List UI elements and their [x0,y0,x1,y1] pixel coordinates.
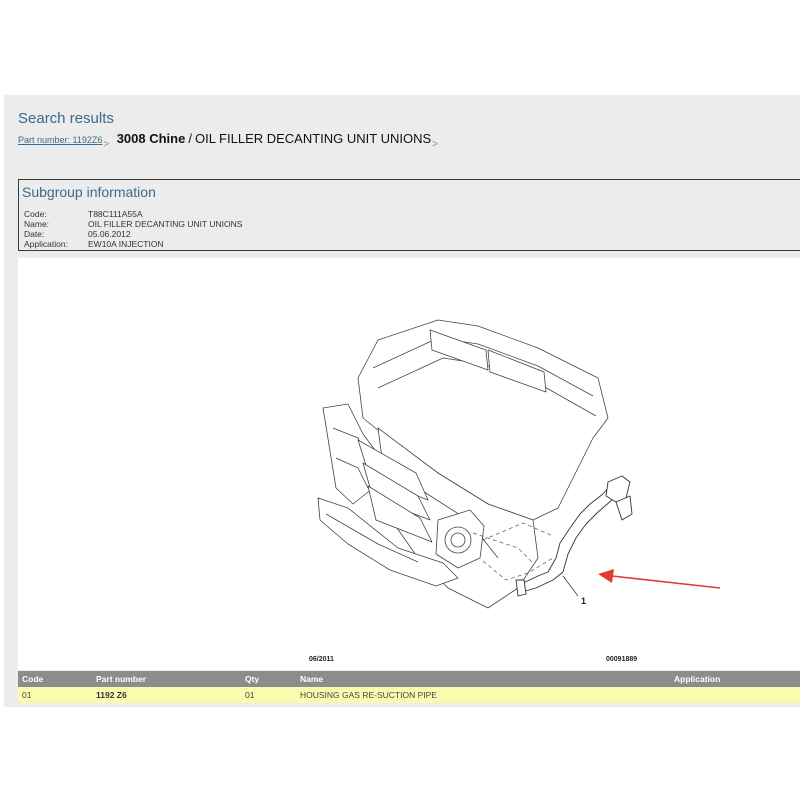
column-header-application: Application [670,671,800,687]
info-row-date: Date: 05.06.2012 [24,229,131,239]
subgroup-info-box: Subgroup information Code: T88C111A55A Na… [18,179,800,251]
column-header-code: Code [18,671,92,687]
part-number-link[interactable]: Part number: 1192Z6 [18,135,102,145]
table-row[interactable]: 01 1192 Z6 01 HOUSING GAS RE-SUCTION PIP… [18,687,800,703]
info-row-name: Name: OIL FILLER DECANTING UNIT UNIONS [24,219,242,229]
cell-name: HOUSING GAS RE-SUCTION PIPE [296,687,670,703]
name-value: OIL FILLER DECANTING UNIT UNIONS [88,219,243,229]
page-title: Search results [18,110,114,127]
cell-application [670,687,800,703]
column-header-qty: Qty [241,671,296,687]
callout-number: 1 [581,596,587,606]
breadcrumb-separator: > [103,139,110,150]
info-row-application: Application: EW10A INJECTION [24,239,164,249]
breadcrumb-group: OIL FILLER DECANTING UNIT UNIONS [194,131,432,146]
breadcrumb-end-separator: > [432,139,439,150]
cell-code: 01 [18,687,92,703]
subgroup-heading: Subgroup information [22,184,156,200]
code-value: T88C111A55A [88,209,143,219]
parts-table: Code Part number Qty Name Application 01… [18,671,800,703]
name-label: Name: [24,219,50,229]
breadcrumb-vehicle: 3008 Chine [116,131,186,146]
breadcrumb: Part number: 1192Z6> 3008 Chine / OIL FILL… [18,130,441,150]
date-label: Date: [24,229,45,239]
code-label: Code: [24,209,47,219]
cell-part-number: 1192 Z6 [92,687,241,703]
application-value: EW10A INJECTION [88,239,164,249]
breadcrumb-slash: / [188,131,192,146]
cell-qty: 01 [241,687,296,703]
engine-illustration [317,319,721,609]
figure-date-note: 06/2011 [309,656,334,663]
column-header-name: Name [296,671,670,687]
figure-reference-note: 00091889 [606,656,638,663]
column-header-part-number: Part number [92,671,241,687]
table-header-row: Code Part number Qty Name Application [18,671,800,687]
date-value: 05.06.2012 [88,229,131,239]
application-label: Application: [24,239,68,249]
red-pointer-arrow [598,569,721,589]
info-row-code: Code: T88C111A55A [24,209,143,219]
parts-diagram: 1 06/2011 00091889 [18,258,800,670]
